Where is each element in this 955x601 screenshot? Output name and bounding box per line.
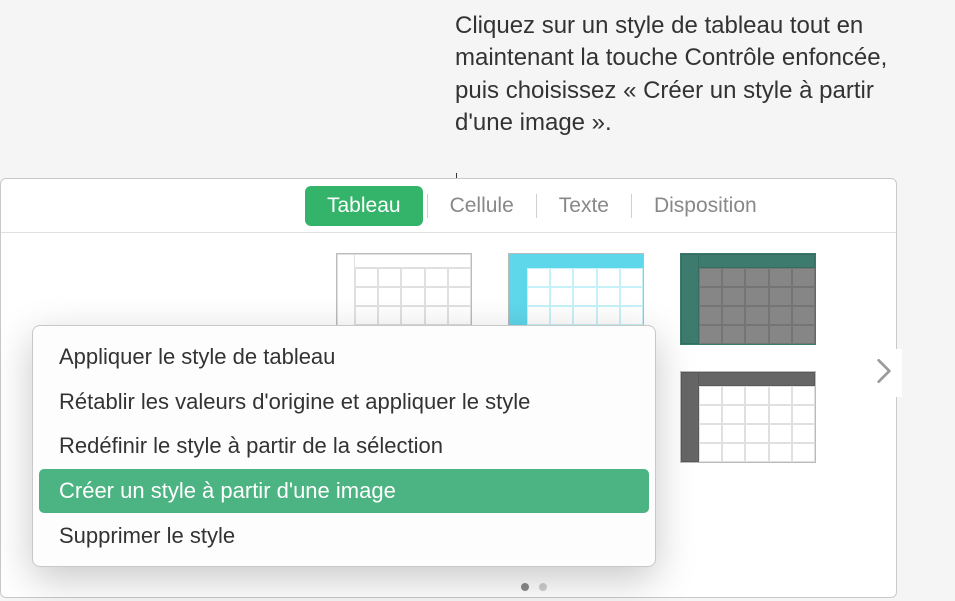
next-styles-button[interactable] <box>866 349 902 397</box>
page-dot-2[interactable] <box>539 583 547 591</box>
tab-tableau[interactable]: Tableau <box>305 186 423 226</box>
menu-item-apply-style[interactable]: Appliquer le style de tableau <box>39 335 649 379</box>
table-style-thumb-gray[interactable] <box>680 371 816 463</box>
tab-cellule[interactable]: Cellule <box>428 184 536 228</box>
menu-item-delete-style[interactable]: Supprimer le style <box>39 514 649 558</box>
tab-disposition[interactable]: Disposition <box>632 184 779 228</box>
page-dot-1[interactable] <box>521 583 529 591</box>
menu-item-reset-apply[interactable]: Rétablir les valeurs d'origine et appliq… <box>39 380 649 424</box>
menu-item-create-from-image[interactable]: Créer un style à partir d'une image <box>39 469 649 513</box>
style-page-dots <box>521 583 547 591</box>
table-style-thumb-teal[interactable] <box>680 253 816 345</box>
inspector-tabs: Tableau Cellule Texte Disposition <box>1 179 896 233</box>
callout-text: Cliquez sur un style de tableau tout en … <box>455 10 925 140</box>
chevron-right-icon <box>877 359 891 388</box>
tab-texte[interactable]: Texte <box>537 184 631 228</box>
context-menu: Appliquer le style de tableau Rétablir l… <box>32 325 656 567</box>
menu-item-redefine-from-selection[interactable]: Redéfinir le style à partir de la sélect… <box>39 424 649 468</box>
